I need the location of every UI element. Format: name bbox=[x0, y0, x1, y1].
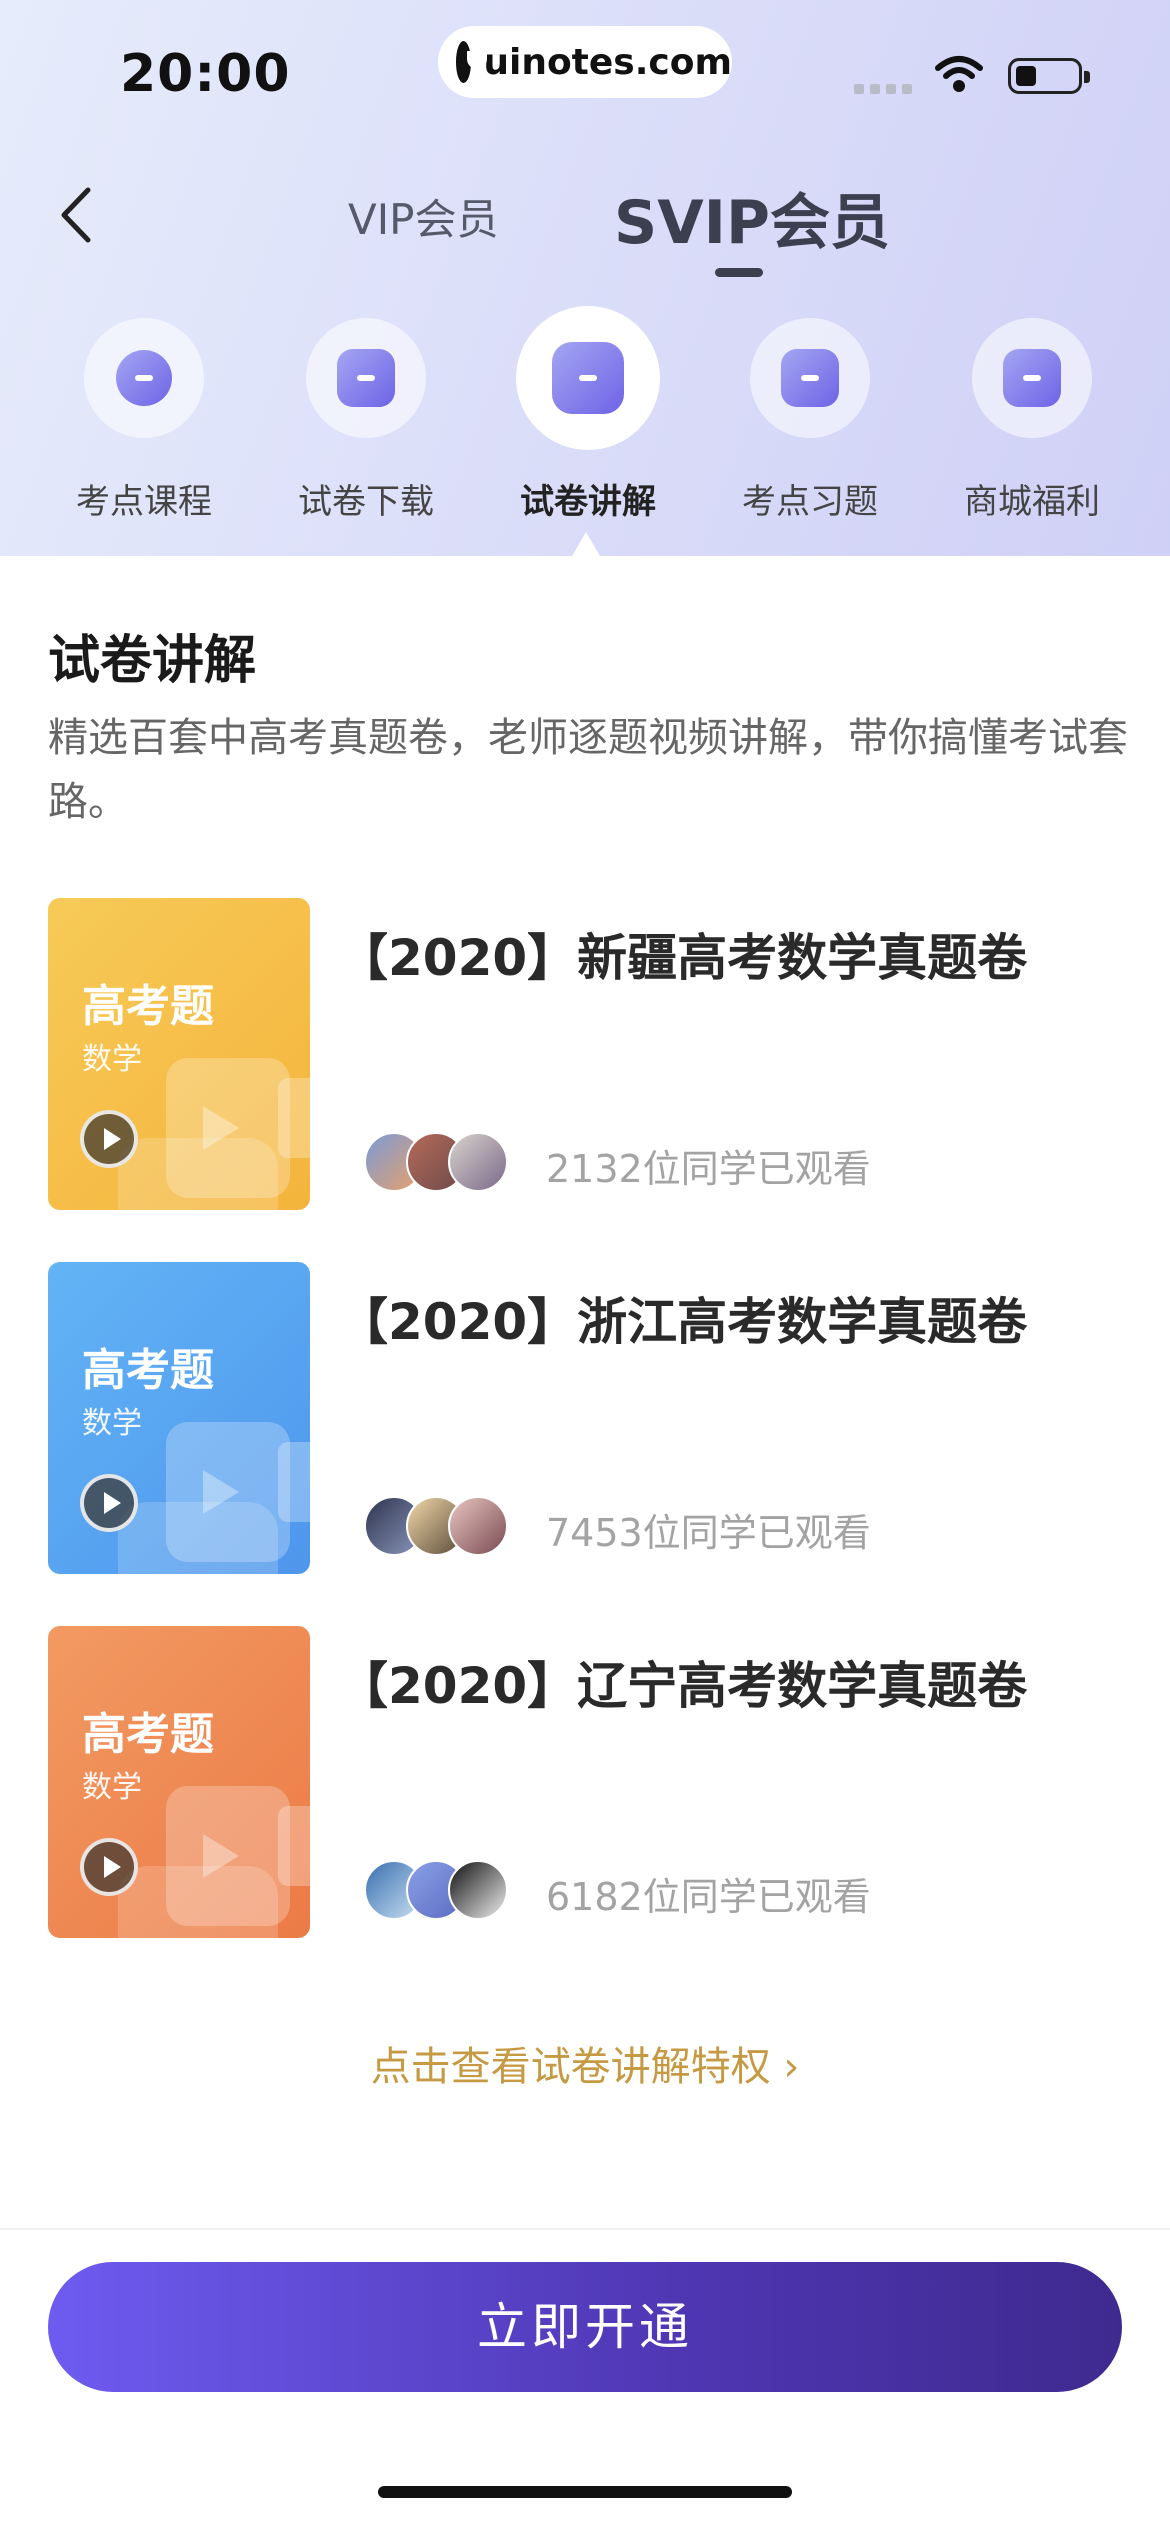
category-label: 考点习题 bbox=[742, 482, 878, 522]
play-icon[interactable] bbox=[80, 1838, 138, 1896]
tab-vip[interactable]: VIP会员 bbox=[348, 186, 498, 247]
site-logo-icon bbox=[456, 41, 488, 83]
thumbnail-subject: 数学 bbox=[82, 1406, 142, 1441]
view-privileges-link[interactable]: 点击查看试卷讲解特权 › bbox=[0, 2034, 1170, 2092]
viewer-avatars bbox=[364, 1496, 524, 1560]
thumbnail-title: 高考题 bbox=[82, 1345, 214, 1396]
course-title[interactable]: 【2020】新疆高考数学真题卷 bbox=[338, 918, 1027, 990]
viewer-avatars bbox=[364, 1860, 524, 1924]
battery-icon bbox=[1008, 58, 1090, 94]
url-text: uinotes.com bbox=[483, 41, 732, 83]
course-card[interactable]: 高考题 数学 【2020】新疆高考数学真题卷 2132位同学已观看 bbox=[48, 898, 1118, 1210]
course-thumbnail[interactable]: 高考题 数学 bbox=[48, 898, 310, 1210]
tab-svip[interactable]: SVIP会员 bbox=[614, 174, 890, 261]
cellular-signal-icon bbox=[854, 84, 912, 94]
status-time: 20:00 bbox=[120, 44, 291, 104]
avatar bbox=[448, 1132, 508, 1192]
category-paper-lecture[interactable]: 试卷讲解 bbox=[503, 306, 673, 523]
course-thumbnail[interactable]: 高考题 数学 bbox=[48, 1626, 310, 1938]
thumbnail-title: 高考题 bbox=[82, 981, 214, 1032]
bottom-divider bbox=[0, 2228, 1170, 2230]
course-title[interactable]: 【2020】辽宁高考数学真题卷 bbox=[338, 1646, 1027, 1718]
category-mall-benefits[interactable]: 商城福利 bbox=[947, 318, 1117, 523]
viewer-avatars bbox=[364, 1132, 524, 1196]
avatar bbox=[448, 1860, 508, 1920]
avatar bbox=[448, 1496, 508, 1556]
category-label: 试卷讲解 bbox=[520, 482, 656, 522]
course-card[interactable]: 高考题 数学 【2020】浙江高考数学真题卷 7453位同学已观看 bbox=[48, 1262, 1118, 1574]
section-title: 试卷讲解 bbox=[48, 631, 257, 691]
coupon-ticket-icon bbox=[1003, 349, 1061, 407]
url-pill: uinotes.com bbox=[438, 26, 732, 98]
play-icon[interactable] bbox=[80, 1474, 138, 1532]
category-label: 考点课程 bbox=[76, 482, 212, 522]
active-category-pointer bbox=[572, 532, 600, 556]
category-exercises[interactable]: 考点习题 bbox=[725, 318, 895, 523]
viewer-count: 6182位同学已观看 bbox=[546, 1875, 871, 1919]
thumbnail-subject: 数学 bbox=[82, 1770, 142, 1805]
thumbnail-subject: 数学 bbox=[82, 1042, 142, 1077]
exercise-list-icon bbox=[781, 349, 839, 407]
category-exam-courses[interactable]: 考点课程 bbox=[59, 318, 229, 523]
thumbnail-title: 高考题 bbox=[82, 1709, 214, 1760]
course-thumbnail[interactable]: 高考题 数学 bbox=[48, 1262, 310, 1574]
back-arrow-icon[interactable] bbox=[50, 180, 110, 250]
home-indicator bbox=[378, 2486, 792, 2498]
paper-lecture-icon bbox=[552, 342, 624, 414]
activate-now-button[interactable]: 立即开通 bbox=[48, 2262, 1122, 2392]
download-box-icon bbox=[337, 349, 395, 407]
viewer-count: 7453位同学已观看 bbox=[546, 1511, 871, 1555]
wifi-icon bbox=[935, 56, 983, 92]
viewer-count: 2132位同学已观看 bbox=[546, 1147, 871, 1191]
category-paper-download[interactable]: 试卷下载 bbox=[281, 318, 451, 523]
course-title[interactable]: 【2020】浙江高考数学真题卷 bbox=[338, 1282, 1027, 1354]
course-card[interactable]: 高考题 数学 【2020】辽宁高考数学真题卷 6182位同学已观看 bbox=[48, 1626, 1118, 1938]
category-label: 试卷下载 bbox=[298, 482, 434, 522]
section-description: 精选百套中高考真题卷，老师逐题视频讲解，带你搞懂考试套路。 bbox=[48, 715, 1128, 825]
tab-active-indicator bbox=[715, 268, 763, 277]
star-bulb-icon bbox=[116, 350, 172, 406]
play-icon[interactable] bbox=[80, 1110, 138, 1168]
category-label: 商城福利 bbox=[964, 482, 1100, 522]
